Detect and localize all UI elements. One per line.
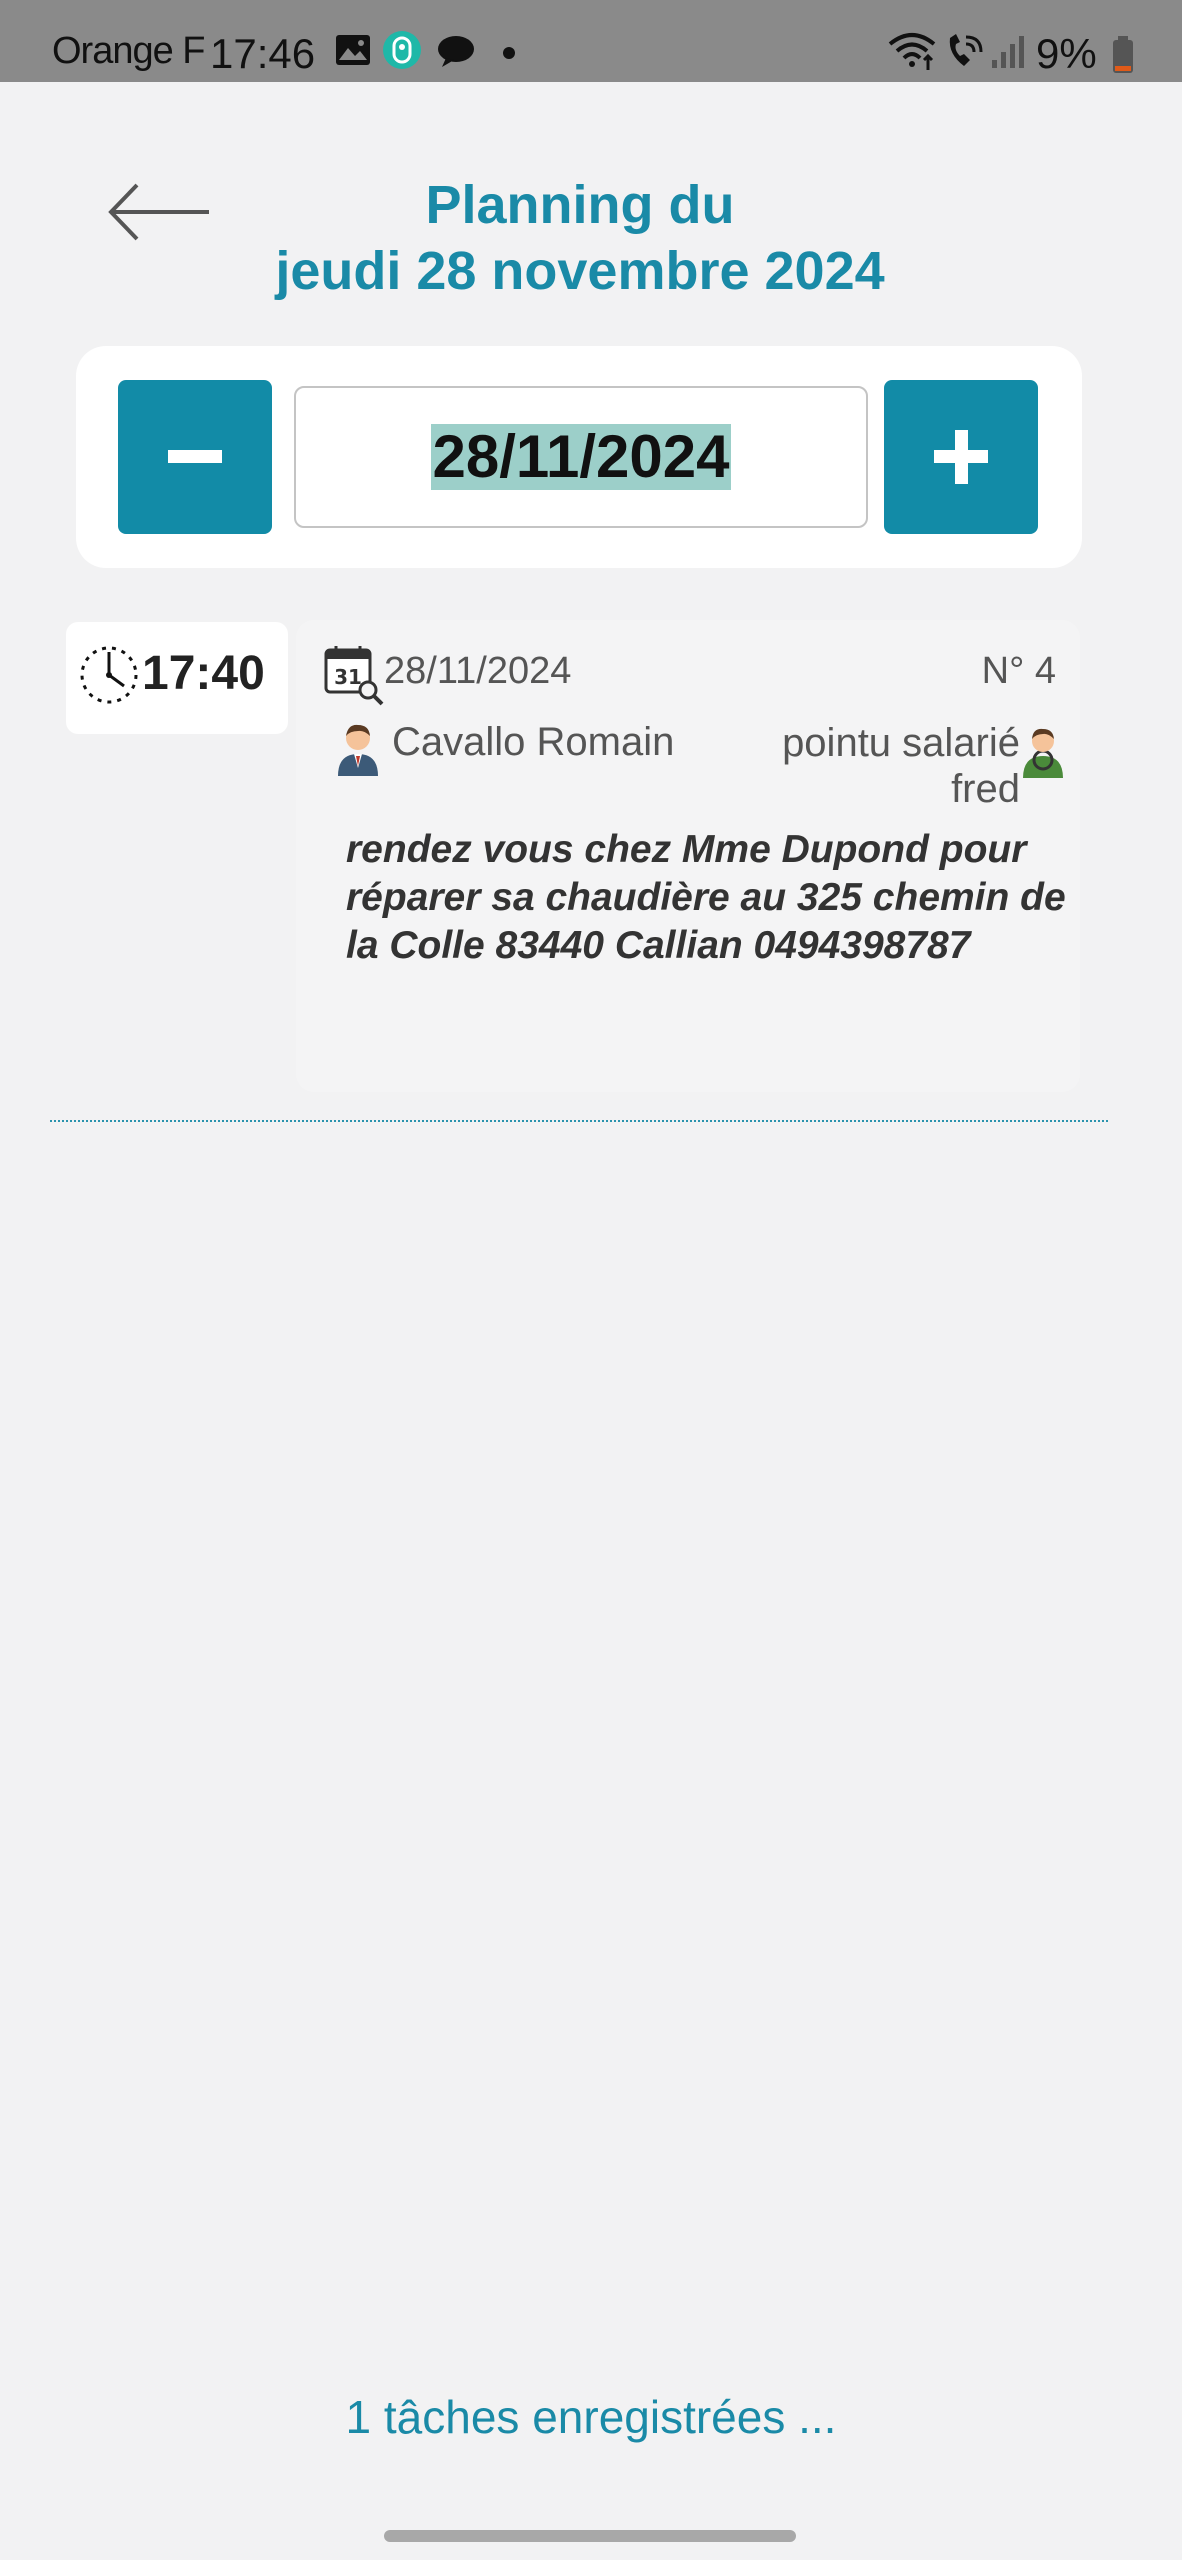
task-description: rendez vous chez Mme Dupond pour réparer… bbox=[346, 828, 1066, 967]
home-indicator[interactable] bbox=[384, 2530, 796, 2542]
client-name: Cavallo Romain bbox=[392, 720, 675, 764]
signal-icon bbox=[992, 36, 1024, 68]
status-time: 17:46 bbox=[210, 30, 316, 77]
dot-icon bbox=[503, 47, 515, 59]
chat-icon bbox=[438, 36, 474, 67]
task-time: 17:40 bbox=[142, 647, 265, 700]
worker-line2: fred bbox=[951, 767, 1020, 811]
task-count-label: 1 tâches enregistrées ... bbox=[345, 2391, 837, 2443]
task-number: N° 4 bbox=[981, 650, 1056, 692]
page-title-line2: jeudi 28 novembre 2024 bbox=[275, 241, 885, 301]
status-bar: Orange F 17:46 9% bbox=[0, 0, 1182, 82]
calendar-search-icon: 31 bbox=[324, 646, 384, 706]
date-field-value: 28/11/2024 bbox=[430, 423, 732, 490]
client-person-icon bbox=[338, 724, 378, 776]
wifi-call-icon bbox=[949, 34, 983, 66]
date-selector: 28/11/2024 bbox=[76, 346, 1082, 568]
battery-percent: 9% bbox=[1036, 30, 1097, 77]
minus-icon bbox=[168, 450, 222, 463]
next-day-button[interactable] bbox=[884, 380, 1038, 534]
tracker-icon bbox=[383, 31, 421, 69]
carrier-label: Orange F bbox=[52, 30, 206, 72]
header: Planning du jeudi 28 novembre 2024 bbox=[0, 82, 1182, 342]
previous-day-button[interactable] bbox=[118, 380, 272, 534]
assigned-worker: pointu salarié fred bbox=[782, 720, 1020, 812]
clock-icon bbox=[80, 646, 138, 704]
task-date: 28/11/2024 bbox=[384, 650, 572, 692]
page-title: Planning du jeudi 28 novembre 2024 bbox=[230, 172, 930, 304]
date-field[interactable]: 28/11/2024 bbox=[294, 386, 868, 528]
svg-text:31: 31 bbox=[334, 665, 362, 689]
list-divider bbox=[50, 1120, 1108, 1122]
back-arrow-icon[interactable] bbox=[105, 177, 215, 247]
task-card[interactable]: 31 28/11/2024 N° 4 Cavallo Romain pointu… bbox=[296, 620, 1080, 1092]
worker-line1: pointu salarié bbox=[782, 721, 1020, 765]
image-icon bbox=[336, 35, 370, 65]
wifi-icon bbox=[888, 33, 936, 70]
task-time-box: 17:40 bbox=[66, 622, 288, 734]
worker-person-icon bbox=[1023, 728, 1063, 778]
battery-icon bbox=[1113, 36, 1133, 73]
page-title-line1: Planning du bbox=[425, 175, 735, 235]
